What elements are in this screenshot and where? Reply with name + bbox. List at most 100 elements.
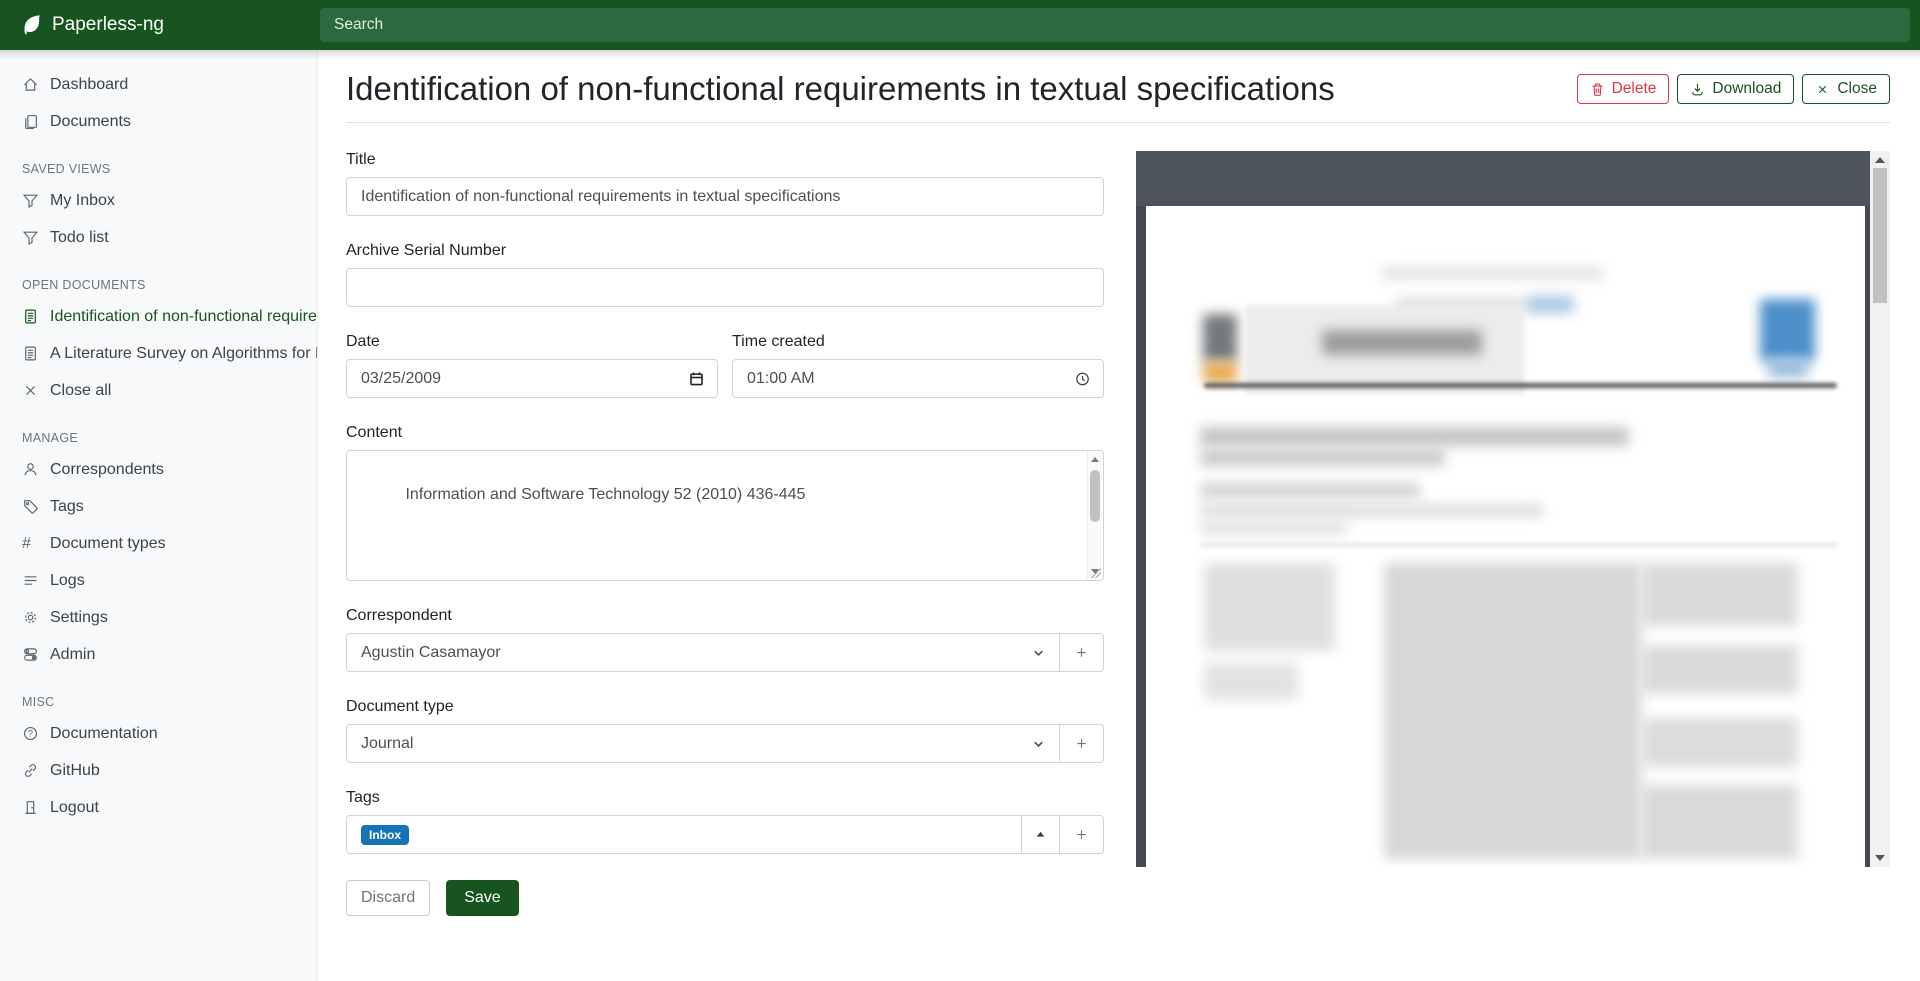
title-label: Title — [346, 151, 1104, 169]
time-created-input[interactable]: 01:00 AM — [732, 359, 1104, 398]
correspondent-select[interactable]: Agustin Casamayor — [346, 633, 1060, 672]
time-created-label: Time created — [732, 333, 1104, 351]
blurred-sciencedirect-logo — [1526, 296, 1574, 313]
toggles-icon — [22, 646, 39, 663]
add-correspondent-button[interactable] — [1060, 633, 1104, 672]
calendar-icon[interactable] — [688, 370, 705, 387]
open-documents-heading: OPEN DOCUMENTS — [22, 278, 295, 292]
door-logout-icon — [22, 799, 39, 816]
clock-icon[interactable] — [1074, 370, 1091, 387]
content-scrollbar[interactable] — [1087, 452, 1102, 579]
scroll-up-arrow-icon[interactable] — [1875, 157, 1885, 163]
title-input[interactable] — [346, 177, 1104, 216]
main-content: Identification of non-functional require… — [318, 50, 1920, 981]
sidebar-item-dashboard[interactable]: Dashboard — [0, 66, 317, 103]
documents-icon — [22, 113, 39, 130]
document-type-select[interactable]: Journal — [346, 724, 1060, 763]
hash-icon: # — [22, 535, 39, 552]
question-circle-icon: ? — [22, 725, 39, 742]
blurred-divider — [1204, 383, 1837, 388]
sidebar-item-correspondents[interactable]: Correspondents — [0, 451, 317, 488]
leaf-logo-icon — [20, 14, 42, 36]
page-title: Identification of non-functional require… — [346, 70, 1335, 108]
blurred-journal-cover — [1768, 358, 1808, 378]
correspondent-label: Correspondent — [346, 607, 1104, 625]
sidebar-item-todo-list[interactable]: Todo list — [0, 219, 317, 256]
date-input[interactable]: 03/25/2009 — [346, 359, 718, 398]
sidebar-item-my-inbox[interactable]: My Inbox — [0, 182, 317, 219]
plus-icon — [1074, 736, 1089, 751]
content-textarea[interactable]: Information and Software Technology 52 (… — [346, 450, 1104, 581]
sidebar-open-doc-1[interactable]: Identification of non-functional require… — [0, 298, 317, 335]
add-tag-button[interactable] — [1060, 815, 1104, 854]
sidebar-item-admin[interactable]: Admin — [0, 636, 317, 673]
chevron-down-icon — [1030, 644, 1047, 661]
date-label: Date — [346, 333, 718, 351]
sidebar-item-tags[interactable]: Tags — [0, 488, 317, 525]
search-input[interactable] — [320, 8, 1910, 42]
blurred-publisher-logo — [1203, 362, 1237, 383]
file-text-icon — [22, 345, 39, 362]
tags-input[interactable]: Inbox — [346, 815, 1022, 854]
sidebar-item-logs[interactable]: Logs — [0, 562, 317, 599]
app-brand[interactable]: Paperless-ng — [0, 0, 320, 50]
download-button[interactable]: Download — [1677, 74, 1794, 104]
trash-icon — [1590, 82, 1605, 97]
blurred-abstract-block — [1641, 563, 1798, 626]
tag-icon — [22, 498, 39, 515]
list-icon — [22, 572, 39, 589]
blurred-article-title — [1200, 427, 1629, 446]
archive-serial-number-input[interactable] — [346, 268, 1104, 307]
resize-handle[interactable] — [1091, 568, 1101, 578]
caret-up-icon — [1033, 827, 1048, 842]
svg-text:?: ? — [28, 729, 33, 739]
tags-dropdown-toggle[interactable] — [1022, 815, 1060, 854]
blurred-publisher-logo — [1203, 314, 1237, 362]
chevron-down-icon — [1030, 735, 1047, 752]
blurred-journal-cover — [1760, 299, 1815, 361]
document-header: Identification of non-functional require… — [346, 70, 1890, 123]
scroll-down-arrow-icon[interactable] — [1875, 855, 1885, 861]
pdf-viewer-toolbar — [1136, 151, 1870, 206]
delete-button[interactable]: Delete — [1577, 74, 1670, 104]
scrollbar-thumb[interactable] — [1873, 168, 1887, 303]
sidebar-item-logout[interactable]: Logout — [0, 789, 317, 826]
asn-label: Archive Serial Number — [346, 242, 1104, 260]
document-edit-form: Title Archive Serial Number Date 03/25/2… — [346, 151, 1104, 916]
blurred-keywords-block — [1204, 663, 1298, 700]
close-icon — [22, 382, 39, 399]
blurred-author-line — [1200, 483, 1420, 498]
sidebar-item-documents[interactable]: Documents — [0, 103, 317, 140]
pdf-preview-pane[interactable] — [1136, 151, 1890, 867]
pdf-preview-scrollbar[interactable] — [1870, 151, 1890, 867]
tag-badge-inbox[interactable]: Inbox — [361, 825, 409, 845]
sidebar-item-settings[interactable]: Settings — [0, 599, 317, 636]
blurred-abstract-block — [1384, 563, 1641, 859]
link-icon — [22, 762, 39, 779]
blurred-abstract-block — [1641, 785, 1798, 859]
close-icon — [1815, 82, 1830, 97]
pdf-page — [1146, 206, 1865, 867]
saved-views-heading: SAVED VIEWS — [22, 162, 295, 176]
sidebar-close-all[interactable]: Close all — [0, 372, 317, 409]
scrollbar-thumb[interactable] — [1090, 470, 1100, 522]
add-document-type-button[interactable] — [1060, 724, 1104, 763]
download-icon — [1690, 82, 1705, 97]
sidebar-item-document-types[interactable]: # Document types — [0, 525, 317, 562]
pdf-viewer-body — [1136, 206, 1870, 867]
sidebar-item-documentation[interactable]: ? Documentation — [0, 715, 317, 752]
save-button[interactable]: Save — [446, 880, 518, 916]
discard-button[interactable]: Discard — [346, 880, 430, 916]
scroll-up-arrow-icon[interactable] — [1091, 457, 1099, 462]
blurred-affiliation-line — [1200, 504, 1543, 517]
filter-icon — [22, 229, 39, 246]
sidebar-item-github[interactable]: GitHub — [0, 752, 317, 789]
blurred-article-title — [1200, 449, 1445, 466]
sidebar-open-doc-2[interactable]: A Literature Survey on Algorithms for Mu… — [0, 335, 317, 372]
blurred-divider — [1200, 543, 1837, 547]
manage-heading: MANAGE — [22, 431, 295, 445]
app-title: Paperless-ng — [52, 14, 164, 36]
close-button[interactable]: Close — [1802, 74, 1890, 104]
misc-heading: MISC — [22, 695, 295, 709]
blurred-affiliation-line — [1200, 522, 1347, 534]
